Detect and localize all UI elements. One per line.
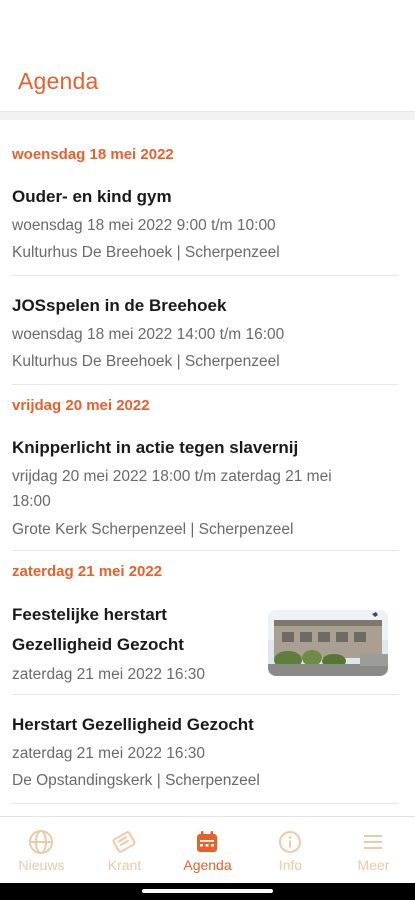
event-time: vrijdag 20 mei 2022 18:00 t/m zaterdag 2…	[12, 468, 332, 485]
event-item-feestelijke-herstart[interactable]: Feestelijke herstart Gezelligheid Gezoch…	[0, 600, 415, 700]
divider	[12, 694, 398, 695]
globe-icon	[29, 830, 53, 854]
agenda-list[interactable]: woensdag 18 mei 2022 Ouder- en kind gym …	[0, 112, 415, 816]
event-title: JOSspelen in de Breehoek	[12, 296, 227, 315]
event-time: zaterdag 21 mei 2022 16:30	[12, 745, 206, 762]
event-time: woensdag 18 mei 2022 14:00 t/m 16:00	[12, 326, 285, 343]
event-time-continued: 18:00	[12, 493, 51, 510]
divider	[12, 384, 398, 385]
tab-label: Nieuws	[18, 857, 65, 873]
divider	[12, 275, 398, 276]
system-navigation-bar	[0, 883, 415, 900]
event-location: De Opstandingskerk | Scherpenzeel	[12, 772, 260, 789]
info-icon	[279, 831, 301, 853]
event-title: Ouder- en kind gym	[12, 187, 172, 206]
bottom-tab-bar: Nieuws Krant Agenda Info Meer	[0, 816, 415, 883]
app-header: Agenda	[0, 0, 415, 112]
event-title-continued: Gezelligheid Gezocht	[12, 635, 184, 654]
event-item-ouder-kind-gym[interactable]: Ouder- en kind gym woensdag 18 mei 2022 …	[0, 182, 415, 282]
page-title: Agenda	[18, 68, 99, 94]
newspaper-icon	[112, 831, 136, 853]
tab-meer[interactable]: Meer	[332, 817, 415, 884]
tab-label: Info	[278, 857, 303, 873]
tab-agenda[interactable]: Agenda	[166, 817, 249, 884]
tab-nieuws[interactable]: Nieuws	[0, 817, 83, 884]
event-title: Knipperlicht in actie tegen slavernij	[12, 438, 299, 457]
tab-krant[interactable]: Krant	[83, 817, 166, 884]
menu-icon	[364, 835, 382, 849]
event-time: zaterdag 21 mei 2022 16:30	[12, 666, 206, 683]
tab-label: Meer	[357, 857, 390, 873]
tab-label: Agenda	[183, 857, 232, 873]
day-header: zaterdag 21 mei 2022	[12, 563, 163, 580]
event-item-herstart-gezelligheid[interactable]: Herstart Gezelligheid Gezocht zaterdag 2…	[0, 710, 415, 810]
agenda-sheet: woensdag 18 mei 2022 Ouder- en kind gym …	[0, 120, 415, 816]
divider	[12, 803, 398, 804]
event-location: Kulturhus De Breehoek | Scherpenzeel	[12, 244, 280, 261]
calendar-icon	[197, 831, 217, 852]
event-time: woensdag 18 mei 2022 9:00 t/m 10:00	[12, 217, 276, 234]
divider	[12, 550, 398, 551]
event-title: Herstart Gezelligheid Gezocht	[12, 715, 254, 734]
event-location: Kulturhus De Breehoek | Scherpenzeel	[12, 353, 280, 370]
day-header: vrijdag 20 mei 2022	[12, 397, 150, 414]
event-item-josspelen[interactable]: JOSspelen in de Breehoek woensdag 18 mei…	[0, 291, 415, 391]
event-title: Feestelijke herstart	[12, 605, 167, 624]
tab-info[interactable]: Info	[249, 817, 332, 884]
event-location: Grote Kerk Scherpenzeel | Scherpenzeel	[12, 521, 294, 538]
event-item-knipperlicht[interactable]: Knipperlicht in actie tegen slavernij vr…	[0, 433, 415, 553]
tab-label: Krant	[107, 857, 142, 873]
event-thumbnail-building	[268, 610, 388, 676]
home-indicator[interactable]	[142, 889, 273, 893]
day-header: woensdag 18 mei 2022	[12, 146, 174, 163]
